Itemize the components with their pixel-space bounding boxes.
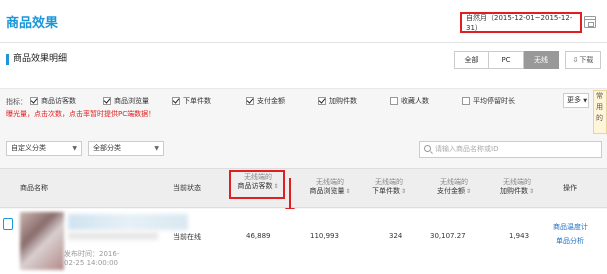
- col-orders-prefix: 无线端的: [375, 178, 403, 186]
- download-button[interactable]: ⇩下载: [565, 51, 601, 69]
- metric-views[interactable]: 商品浏览量: [103, 96, 149, 106]
- single-product-analysis-link[interactable]: 单品分析: [556, 236, 584, 246]
- metric-label: 支付金额: [257, 97, 285, 105]
- terminal-tabs: 全部 PC 无线: [454, 51, 559, 69]
- col-orders[interactable]: 无线端的 下单件数⇕: [365, 178, 413, 196]
- download-icon: ⇩: [572, 56, 579, 64]
- highlight-box: [229, 170, 285, 199]
- col-cart[interactable]: 无线端的 加购件数⇕: [493, 178, 541, 196]
- header-divider: [0, 42, 607, 43]
- col-product-name: 商品名称: [20, 184, 48, 192]
- cell-views: 110,993: [310, 232, 339, 240]
- cell-cart: 1,943: [509, 232, 530, 240]
- col-action: 操作: [563, 184, 577, 192]
- cell-status: 当前在线: [173, 233, 201, 241]
- metric-favorites[interactable]: 收藏人数: [390, 96, 429, 106]
- checkbox-icon[interactable]: [390, 97, 398, 105]
- metric-orders[interactable]: 下单件数: [172, 96, 211, 106]
- product-title-blurred[interactable]: [68, 214, 188, 230]
- col-pay[interactable]: 无线端的 支付金额⇕: [430, 178, 478, 196]
- checkbox-icon[interactable]: [172, 97, 180, 105]
- cell-orders: 324: [389, 232, 403, 240]
- col-orders-label: 下单件数: [371, 187, 400, 195]
- metric-label: 下单件数: [183, 97, 211, 105]
- chevron-down-icon: ▼: [583, 98, 588, 104]
- tab-wireless[interactable]: 无线: [524, 51, 559, 69]
- custom-category-select[interactable]: 自定义分类 ▼: [6, 141, 82, 156]
- annotation-arrow: [289, 178, 291, 210]
- metric-pay[interactable]: 支付金额: [246, 96, 285, 106]
- col-views[interactable]: 无线端的 商品浏览量⇕: [302, 178, 358, 196]
- sort-icon[interactable]: ⇕: [529, 188, 534, 195]
- metric-visitors[interactable]: 商品访客数: [30, 96, 76, 106]
- metric-cart[interactable]: 加购件数: [318, 96, 357, 106]
- col-views-prefix: 无线端的: [316, 178, 344, 186]
- metric-label: 商品浏览量: [114, 97, 149, 105]
- calendar-icon[interactable]: [584, 16, 596, 28]
- product-thermometer-link[interactable]: 商品温度计: [553, 222, 588, 232]
- pc-only-warning: 曝光量，点击次数，点击率暂时提供PC端数据！: [6, 110, 156, 118]
- metric-stay-time[interactable]: 平均停留时长: [462, 96, 515, 106]
- metric-label: 商品访客数: [41, 97, 76, 105]
- col-views-label: 商品浏览量: [309, 187, 345, 195]
- mobile-device-icon: [3, 218, 13, 230]
- cell-pay: 30,107.27: [430, 232, 466, 240]
- search-input[interactable]: 请输入商品名称或ID: [419, 141, 602, 158]
- cell-visitors: 46,889: [246, 232, 271, 240]
- checkbox-icon[interactable]: [103, 97, 111, 105]
- col-status: 当前状态: [173, 184, 201, 192]
- col-cart-label: 加购件数: [499, 187, 528, 195]
- checkbox-icon[interactable]: [462, 97, 470, 105]
- checkbox-icon[interactable]: [318, 97, 326, 105]
- sort-icon[interactable]: ⇕: [466, 188, 471, 195]
- section-title: 商品效果明细: [6, 54, 67, 65]
- sort-icon[interactable]: ⇕: [345, 188, 350, 195]
- page-title: 商品效果: [6, 16, 59, 31]
- product-thumbnail[interactable]: [20, 212, 64, 270]
- col-cart-prefix: 无线端的: [503, 178, 531, 186]
- select-value: 全部分类: [93, 144, 121, 152]
- col-pay-label: 支付金额: [436, 187, 465, 195]
- metric-label: 加购件数: [329, 97, 357, 105]
- date-range-selector[interactable]: 自然月（2015-12-01~2015-12-31）: [460, 12, 582, 33]
- metric-label: 收藏人数: [401, 97, 429, 105]
- download-label: 下载: [579, 56, 594, 64]
- publish-time: 发布时间：2016-02-25 14:00:00: [64, 250, 120, 267]
- product-subtitle-blurred: [68, 232, 158, 240]
- all-category-select[interactable]: 全部分类 ▼: [88, 141, 164, 156]
- chevron-down-icon: ▼: [72, 145, 77, 152]
- chevron-down-icon: ▼: [154, 145, 159, 152]
- checkbox-icon[interactable]: [30, 97, 38, 105]
- more-label: 更多: [567, 96, 581, 104]
- metrics-label: 指标：: [6, 98, 27, 106]
- search-icon: [424, 145, 431, 152]
- checkbox-icon[interactable]: [246, 97, 254, 105]
- metric-label: 平均停留时长: [473, 97, 515, 105]
- tab-all[interactable]: 全部: [454, 51, 489, 69]
- more-metrics-dropdown[interactable]: 更多 ▼: [563, 93, 589, 108]
- sort-icon[interactable]: ⇕: [401, 188, 406, 195]
- col-pay-prefix: 无线端的: [440, 178, 468, 186]
- select-value: 自定义分类: [11, 144, 46, 152]
- tab-pc[interactable]: PC: [489, 51, 524, 69]
- help-tooltip: 常用的: [593, 90, 607, 134]
